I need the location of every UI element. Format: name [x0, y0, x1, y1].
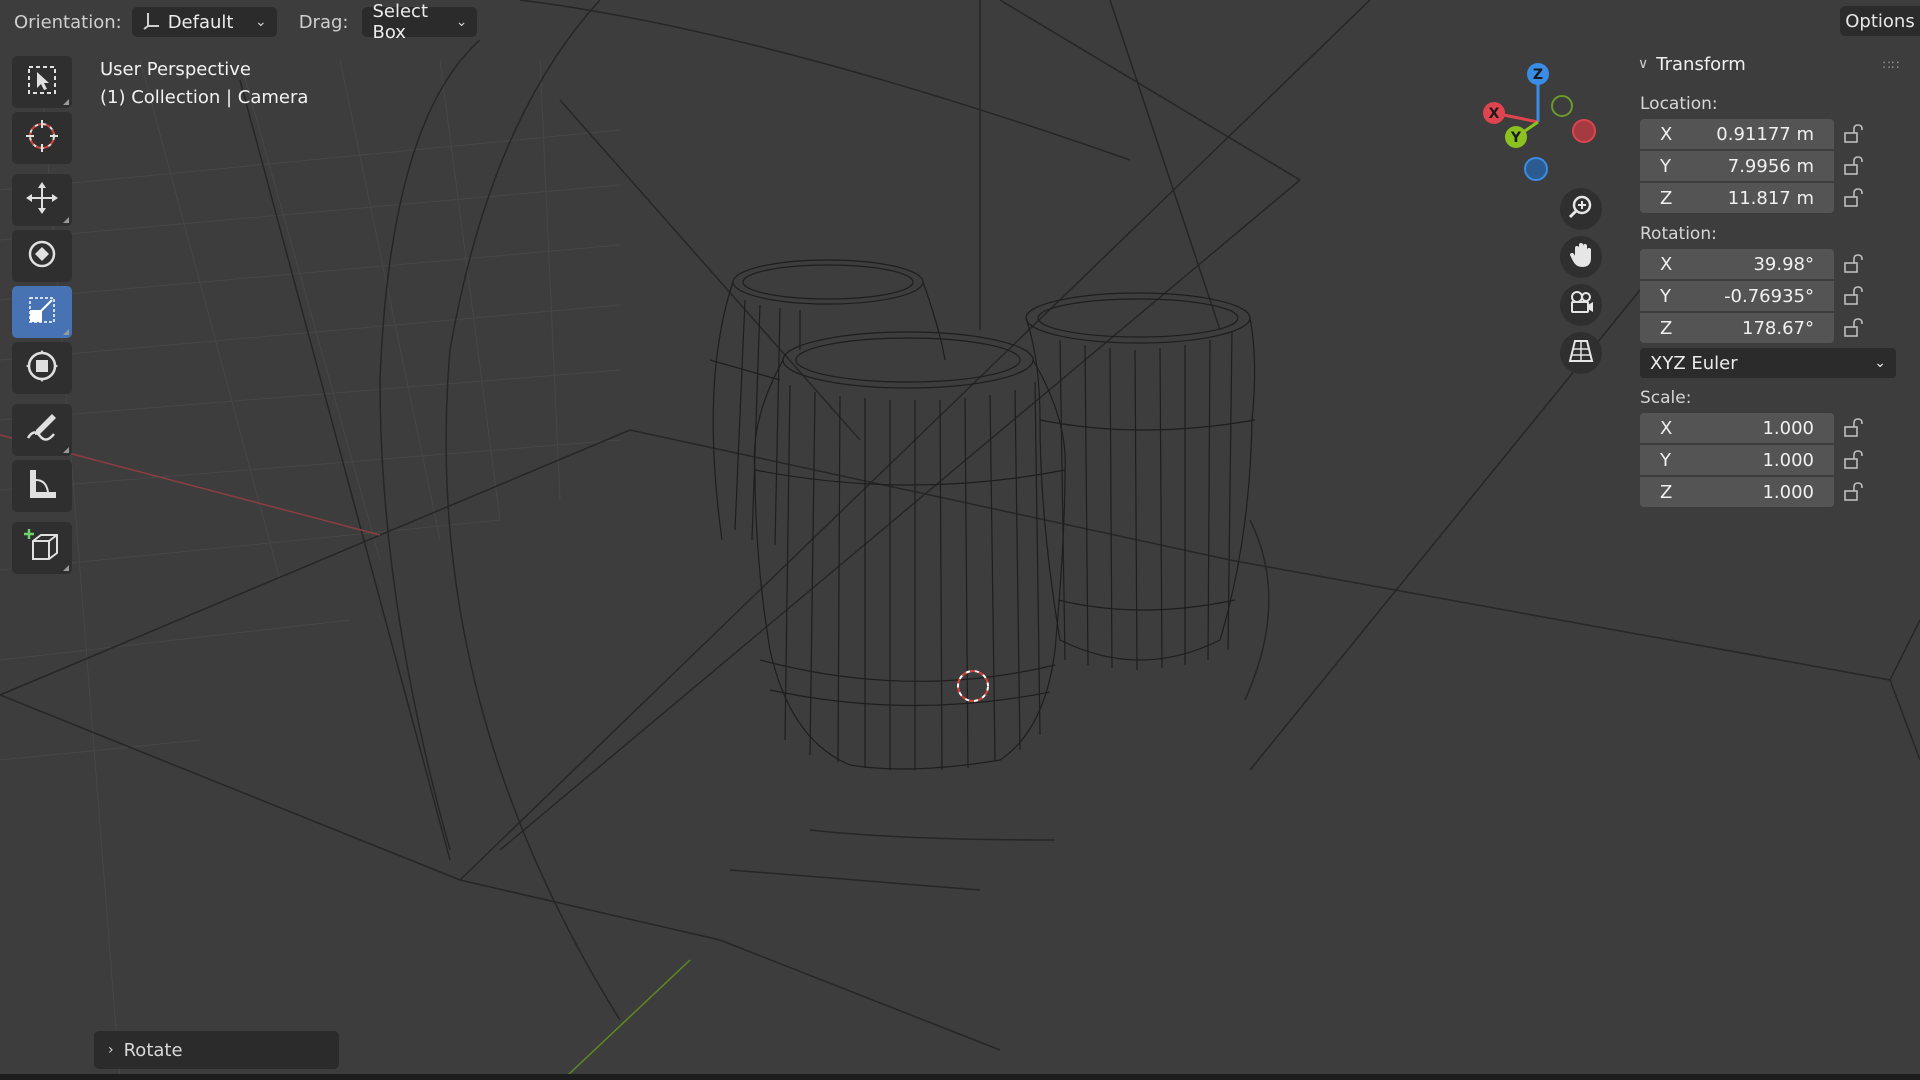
move-icon — [24, 180, 60, 220]
lock-icon[interactable] — [1834, 482, 1874, 502]
scale-label: Scale: — [1640, 388, 1692, 408]
svg-text:X: X — [1489, 106, 1500, 122]
transform-icon — [24, 348, 60, 388]
tool-select-box[interactable] — [12, 56, 72, 108]
rotation-mode-select[interactable]: XYZ Euler ⌄ — [1640, 348, 1896, 378]
lock-icon[interactable] — [1834, 124, 1874, 144]
pan-button[interactable] — [1560, 236, 1602, 278]
cursor-icon — [24, 118, 60, 158]
hand-pan-icon — [1568, 242, 1594, 272]
transform-title: Transform — [1656, 53, 1746, 75]
tool-move[interactable] — [12, 174, 72, 226]
scale-x-field[interactable]: X 1.000 — [1640, 413, 1834, 443]
y-axis-line — [567, 959, 691, 1076]
viewport-header: Orientation: Default ⌄ Drag: Select Box … — [0, 0, 1920, 44]
scale-z-field[interactable]: Z 1.000 — [1640, 477, 1834, 507]
rotation-mode-value: XYZ Euler — [1650, 352, 1738, 374]
scale-z-row: Z 1.000 — [1640, 476, 1920, 508]
rotation-x-field[interactable]: X 39.98° — [1640, 249, 1834, 279]
lock-icon[interactable] — [1834, 156, 1874, 176]
operator-label: Rotate — [123, 1039, 183, 1061]
lock-icon[interactable] — [1834, 450, 1874, 470]
chevron-down-icon: ⌄ — [1874, 355, 1886, 371]
tool-rotate[interactable] — [12, 230, 72, 282]
scale-y-row: Y 1.000 — [1640, 444, 1920, 476]
lock-icon[interactable] — [1834, 286, 1874, 306]
navigation-buttons — [1560, 188, 1602, 380]
bottom-border — [0, 1074, 1920, 1080]
location-label: Location: — [1640, 94, 1718, 114]
drag-dropdown[interactable]: Select Box ⌄ — [362, 1, 478, 43]
options-button[interactable]: Options — [1840, 6, 1920, 36]
zoom-icon — [1568, 194, 1594, 224]
options-label: Options — [1845, 10, 1915, 32]
navigation-gizmo[interactable]: Z X Y — [1476, 60, 1606, 190]
orientation-value: Default — [167, 11, 234, 33]
orientation-label: Orientation: — [14, 11, 122, 33]
drag-label: Drag: — [298, 11, 349, 33]
location-x-row: X 0.91177 m — [1640, 118, 1920, 150]
chevron-right-icon: › — [108, 1042, 114, 1058]
scale-x-row: X 1.000 — [1640, 412, 1920, 444]
svg-text:Y: Y — [1510, 130, 1522, 146]
lock-icon[interactable] — [1834, 318, 1874, 338]
chevron-down-icon: ∨ — [1638, 56, 1649, 72]
rotation-y-field[interactable]: Y -0.76935° — [1640, 281, 1834, 311]
tool-scale[interactable] — [12, 286, 72, 338]
zoom-button[interactable] — [1560, 188, 1602, 230]
drag-value: Select Box — [372, 1, 428, 43]
tool-measure[interactable] — [12, 460, 72, 512]
tool-add-cube[interactable] — [12, 522, 72, 574]
view-name: User Perspective — [100, 59, 251, 80]
tool-cursor[interactable] — [12, 112, 72, 164]
camera-view-button[interactable] — [1560, 284, 1602, 326]
rotation-y-row: Y -0.76935° — [1640, 280, 1920, 312]
location-y-field[interactable]: Y 7.9956 m — [1640, 151, 1834, 181]
orientation-axes-icon — [142, 10, 162, 35]
barrel-back-right — [1025, 292, 1256, 671]
location-z-field[interactable]: Z 11.817 m — [1640, 183, 1834, 213]
select-box-icon — [26, 64, 58, 100]
location-z-row: Z 11.817 m — [1640, 182, 1920, 214]
lock-icon[interactable] — [1834, 188, 1874, 208]
svg-text:Z: Z — [1533, 67, 1543, 83]
transform-header[interactable]: ∨ Transform — [1624, 44, 1920, 84]
last-operator-panel[interactable]: › Rotate — [94, 1031, 339, 1069]
lock-icon[interactable] — [1834, 254, 1874, 274]
tool-annotate[interactable] — [12, 404, 72, 456]
annotate-pencil-icon — [24, 410, 60, 450]
floor-grid — [0, 59, 621, 1080]
location-y-row: Y 7.9956 m — [1640, 150, 1920, 182]
left-toolbar — [12, 56, 72, 578]
rotation-x-row: X 39.98° — [1640, 248, 1920, 280]
rotation-z-field[interactable]: Z 178.67° — [1640, 313, 1834, 343]
collection-info: (1) Collection | Camera — [100, 87, 309, 108]
measure-ruler-icon — [24, 466, 60, 506]
camera-view-icon — [1568, 290, 1594, 320]
viewport-info: User Perspective (1) Collection | Camera — [100, 56, 308, 112]
rotation-z-row: Z 178.67° — [1640, 312, 1920, 344]
perspective-toggle-button[interactable] — [1560, 332, 1602, 374]
orientation-dropdown[interactable]: Default ⌄ — [131, 7, 277, 37]
3d-cursor — [957, 670, 989, 702]
perspective-grid-icon — [1568, 338, 1594, 368]
rotation-label: Rotation: — [1640, 224, 1717, 244]
chevron-down-icon: ⌄ — [455, 14, 468, 30]
lock-icon[interactable] — [1834, 418, 1874, 438]
add-cube-icon — [23, 527, 61, 569]
tool-transform[interactable] — [12, 342, 72, 394]
chevron-down-icon: ⌄ — [254, 14, 267, 30]
rotate-icon — [24, 236, 60, 276]
scale-y-field[interactable]: Y 1.000 — [1640, 445, 1834, 475]
location-x-field[interactable]: X 0.91177 m — [1640, 119, 1834, 149]
scale-icon — [26, 294, 58, 330]
drag-grip-icon[interactable]: ∷∷ — [1883, 58, 1900, 72]
transform-panel: ∨ Transform ∷∷ Location: X 0.91177 m Y 7.9… — [1624, 44, 1920, 544]
